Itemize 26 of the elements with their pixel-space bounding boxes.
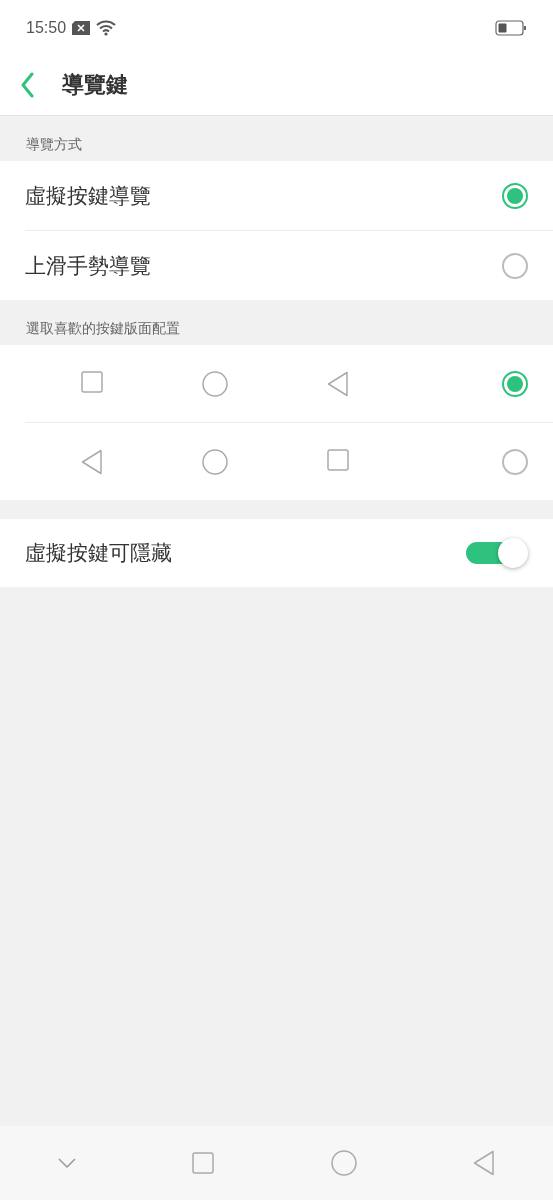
circle-icon bbox=[201, 448, 228, 475]
page-title: 導覽鍵 bbox=[62, 71, 128, 99]
radio-button[interactable] bbox=[502, 252, 528, 279]
section-label: 選取喜歡的按鍵版面配置 bbox=[25, 319, 181, 338]
battery-icon bbox=[495, 19, 527, 36]
radio-button[interactable] bbox=[502, 370, 528, 397]
chevron-down-icon[interactable] bbox=[58, 1157, 77, 1169]
square-icon bbox=[326, 448, 349, 471]
status-time: 15:50 bbox=[26, 18, 67, 37]
square-icon bbox=[80, 370, 103, 393]
circle-icon bbox=[201, 370, 228, 397]
radio-button[interactable] bbox=[502, 448, 528, 475]
option-label: 虛擬按鍵導覽 bbox=[25, 182, 152, 210]
triangle-icon bbox=[80, 448, 103, 475]
radio-button[interactable] bbox=[502, 182, 528, 209]
back-icon[interactable] bbox=[20, 72, 34, 98]
option-label: 上滑手勢導覽 bbox=[25, 252, 152, 280]
wifi-icon bbox=[96, 19, 117, 36]
circle-icon bbox=[330, 1150, 357, 1176]
sim-icon bbox=[72, 20, 91, 35]
setting-label: 虛擬按鍵可隱藏 bbox=[25, 540, 173, 567]
section-label: 導覽方式 bbox=[25, 135, 83, 154]
triangle-icon bbox=[326, 370, 349, 397]
triangle-icon bbox=[472, 1150, 495, 1176]
square-icon bbox=[192, 1152, 215, 1174]
toggle-switch[interactable] bbox=[466, 538, 528, 568]
